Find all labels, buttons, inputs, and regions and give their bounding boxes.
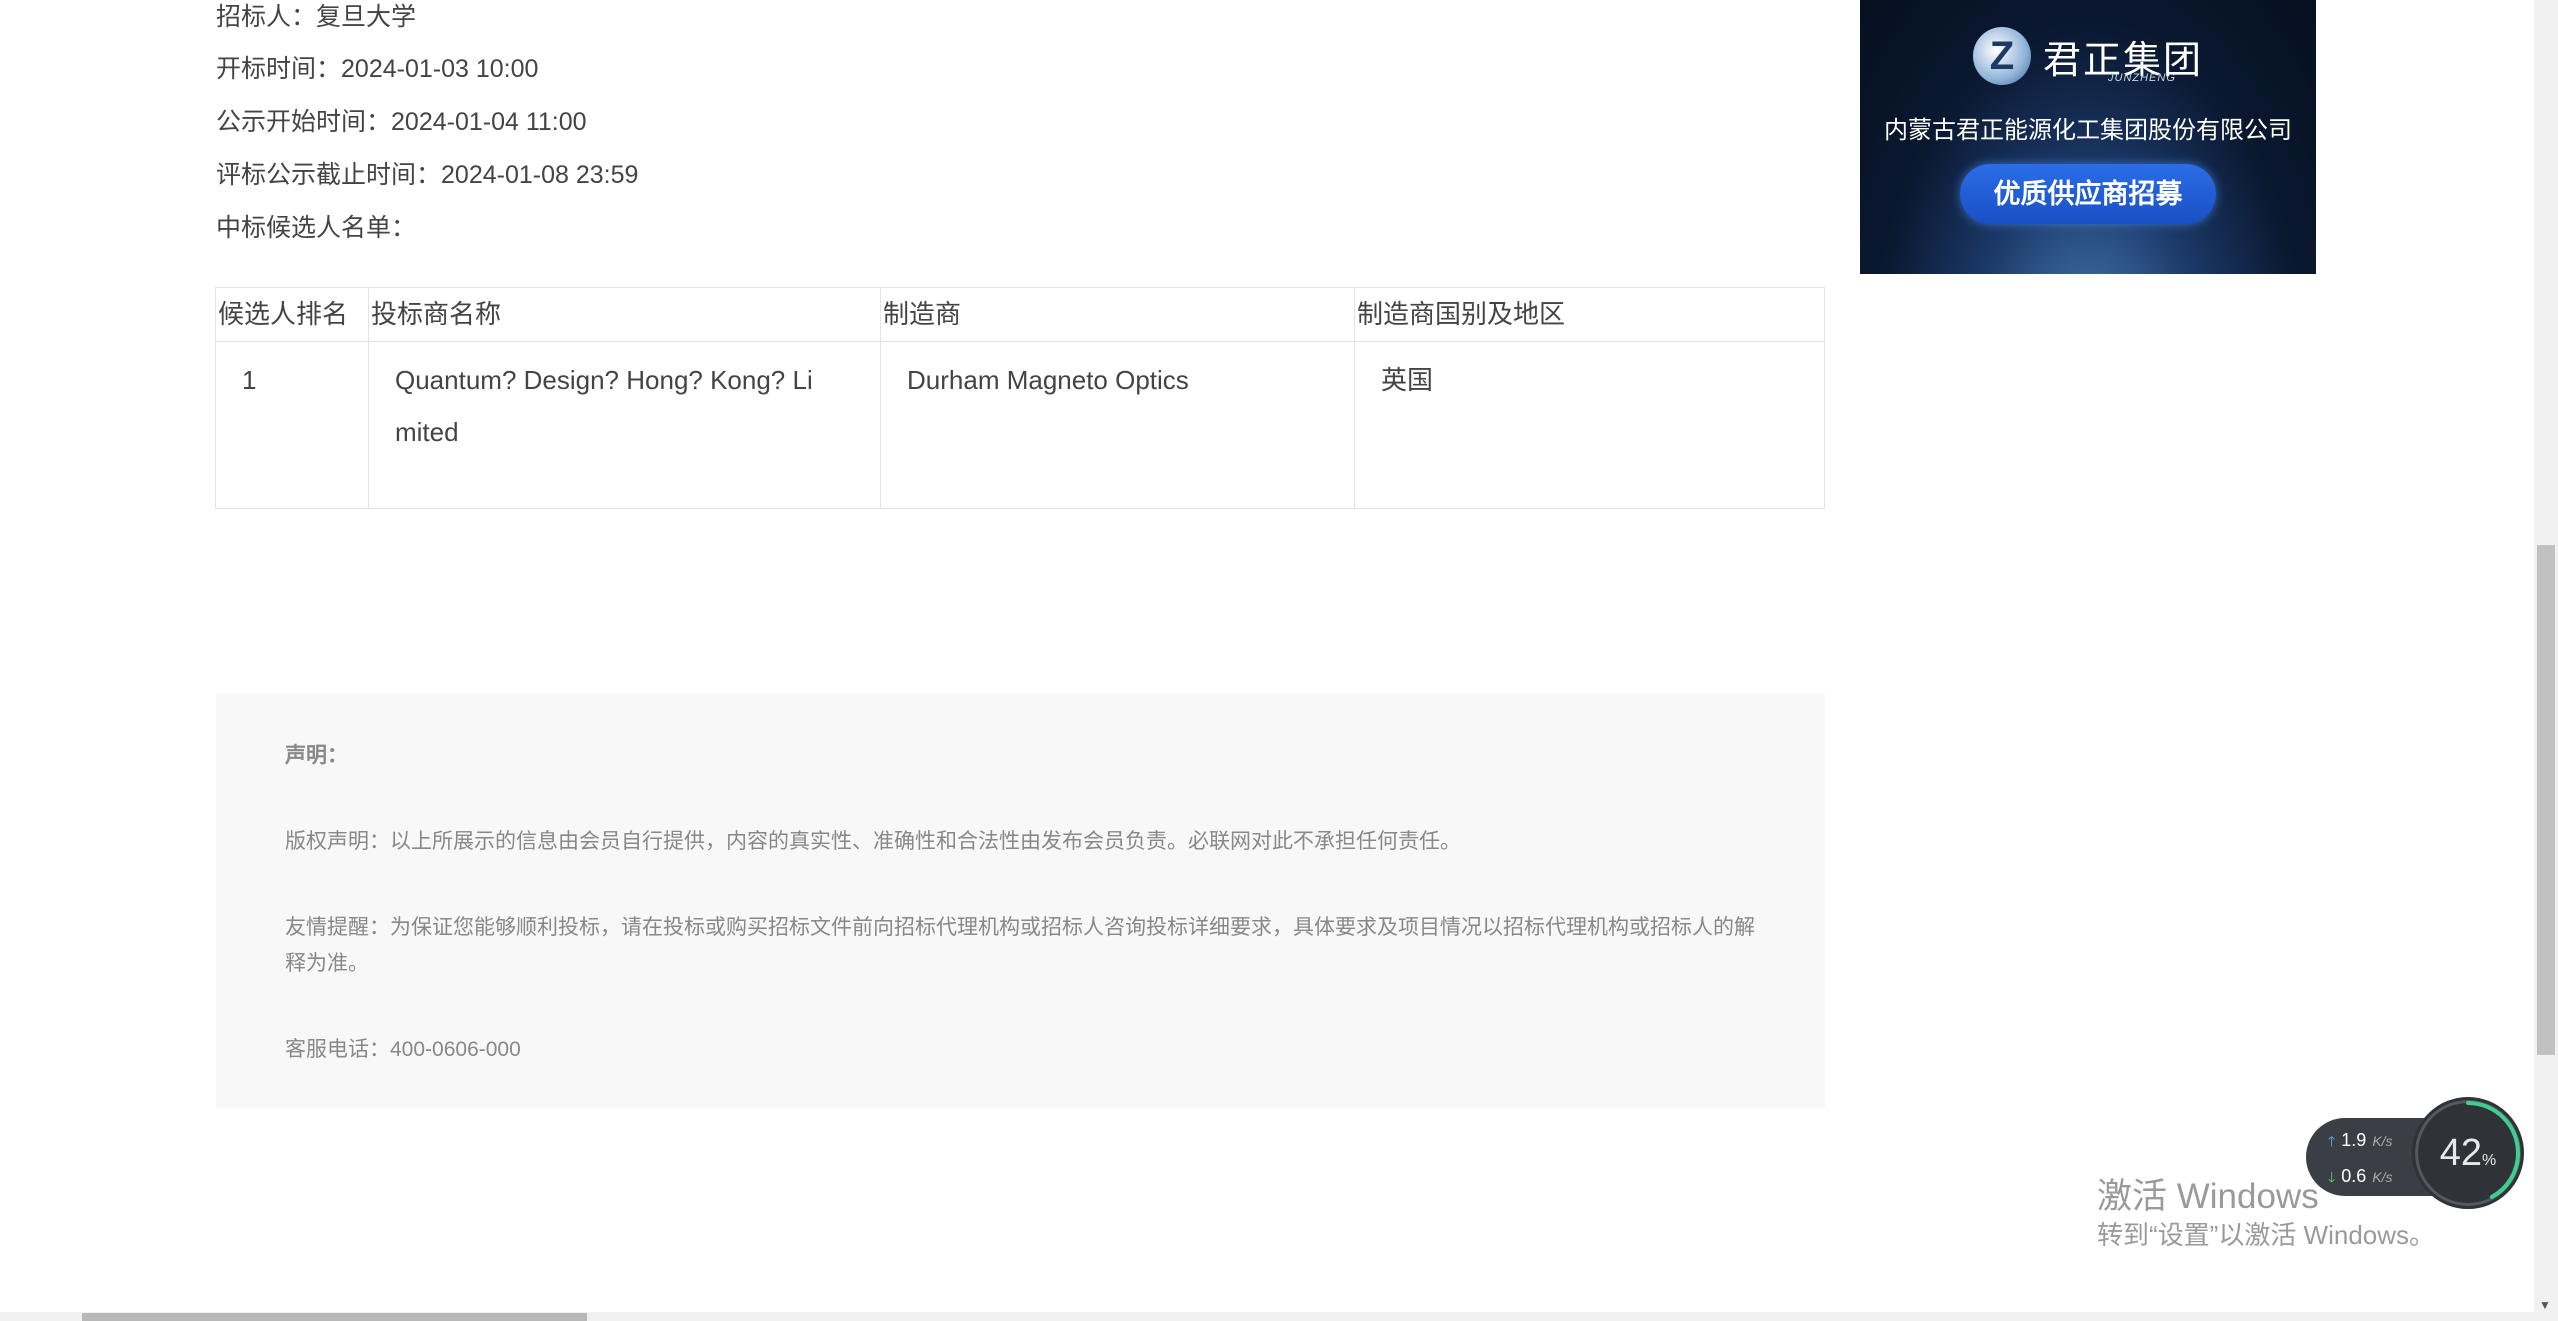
publicity-start-line: 公示开始时间：2024-01-04 11:00	[216, 110, 587, 135]
ad-cta-button[interactable]: 优质供应商招募	[1960, 164, 2216, 224]
junzheng-logo-icon: Z	[1972, 27, 2031, 85]
download-arrow-icon: 🡓	[2328, 1169, 2336, 1185]
ad-banner[interactable]: Z 君正集团 JUNZHENG 内蒙古君正能源化工集团股份有限公司 优质供应商招…	[1860, 0, 2316, 274]
download-speed: 🡓 0.6 K/s	[2328, 1166, 2393, 1191]
disclaimer-box: 声明： 版权声明：以上所展示的信息由会员自行提供，内容的真实性、准确性和合法性由…	[216, 694, 1825, 1109]
download-speed-unit: K/s	[2372, 1169, 2393, 1185]
table-row: 1 Quantum? Design? Hong? Kong? Li mited …	[215, 341, 1825, 509]
horizontal-scrollbar-thumb[interactable]	[82, 1313, 587, 1321]
publicity-end-line: 评标公示截止时间：2024-01-08 23:59	[216, 163, 638, 188]
upload-speed-unit: K/s	[2372, 1133, 2393, 1149]
publicity-end-label: 评标公示截止时间：	[216, 161, 442, 189]
upload-speed: 🡑 1.9 K/s	[2328, 1130, 2393, 1155]
ad-company-name: 内蒙古君正能源化工集团股份有限公司	[1884, 117, 2292, 144]
candidate-list-label: 中标候选人名单：	[216, 216, 416, 241]
cell-manufacturer: Durham Magneto Optics	[880, 341, 1355, 509]
activation-watermark-title: 激活 Windows	[2097, 1177, 2319, 1216]
header-country: 制造商国别及地区	[1354, 287, 1825, 342]
tenderer-text: 招标人：复旦大学	[216, 3, 417, 31]
cell-bidder: Quantum? Design? Hong? Kong? Li mited	[368, 341, 881, 509]
table-header-row: 候选人排名 投标商名称 制造商 制造商国别及地区	[215, 287, 1825, 342]
service-phone: 客服电话：400-0606-000	[285, 1038, 521, 1061]
ad-logo: Z 君正集团	[1860, 24, 2316, 88]
copyright-statement: 版权声明：以上所展示的信息由会员自行提供，内容的真实性、准确性和合法性由发布会员…	[285, 830, 1461, 853]
gauge-progress-ring	[2416, 1101, 2520, 1205]
cell-rank: 1	[215, 341, 369, 509]
opening-time-label: 开标时间：	[216, 55, 342, 83]
gauge-progress-arc	[2416, 1101, 2520, 1205]
scroll-down-arrow-icon[interactable]: ▼	[2539, 1298, 2551, 1312]
upload-speed-value: 1.9	[2341, 1130, 2367, 1150]
upload-arrow-icon: 🡑	[2328, 1133, 2336, 1149]
cell-bidder-line2: mited	[395, 417, 459, 447]
publicity-start-value: 2024-01-04 11:00	[391, 108, 587, 136]
ad-brand-sub: JUNZHENG	[2108, 72, 2176, 84]
cell-bidder-line1: Quantum? Design? Hong? Kong? Li	[395, 365, 813, 395]
vertical-scrollbar-thumb[interactable]	[2537, 545, 2555, 1055]
opening-time-line: 开标时间：2024-01-03 10:00	[216, 57, 538, 82]
disclaimer-title: 声明：	[285, 744, 348, 767]
candidate-list-text: 中标候选人名单：	[216, 214, 417, 242]
header-manufacturer: 制造商	[880, 287, 1355, 342]
download-speed-value: 0.6	[2341, 1166, 2367, 1186]
header-bidder: 投标商名称	[368, 287, 881, 342]
friendly-reminder: 友情提醒：为保证您能够顺利投标，请在投标或购买招标文件前向招标代理机构或招标人咨…	[285, 916, 1755, 975]
publicity-end-value: 2024-01-08 23:59	[441, 161, 639, 189]
cell-country: 英国	[1354, 341, 1825, 509]
activation-watermark-subtitle: 转到“设置”以激活 Windows。	[2097, 1220, 2436, 1250]
publicity-start-label: 公示开始时间：	[216, 108, 392, 136]
opening-time-value: 2024-01-03 10:00	[341, 55, 539, 83]
candidate-table: 候选人排名 投标商名称 制造商 制造商国别及地区 1 Quantum? Desi…	[215, 287, 1825, 509]
tenderer-line: 招标人：复旦大学	[216, 5, 416, 30]
header-rank: 候选人排名	[215, 287, 369, 342]
